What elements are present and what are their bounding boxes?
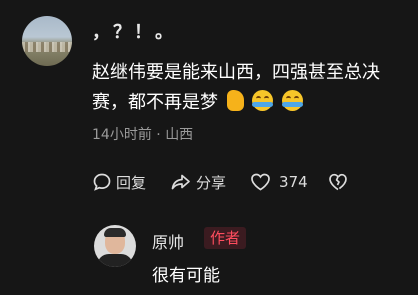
author-badge: 作者 [204,227,247,249]
thumbs-up-emoji-icon [226,90,244,111]
share-button[interactable]: 分享 [170,172,226,193]
commenter-name[interactable]: ，？！。 [92,18,176,44]
reply-text: 很有可能 [152,266,220,286]
meta-separator: · [156,127,161,143]
broken-heart-icon [328,173,347,191]
comment-location: 山西 [165,127,194,143]
share-arrow-icon [171,174,190,190]
comment-meta: 14小时前 · 山西 [92,124,193,144]
crying-laughing-emoji-icon [282,90,304,111]
dislike-button[interactable] [328,172,352,192]
heart-icon [251,173,270,191]
like-count: 374 [279,173,308,191]
reply-label: 回复 [116,173,147,192]
comment-bubble-icon [93,173,111,191]
crying-laughing-emoji-icon [252,90,274,111]
reply-button[interactable]: 回复 [92,172,146,193]
comment-text: 赵继伟要是能来山西，四强甚至总决赛，都不再是梦 [92,58,410,118]
comment-actions: 回复 分享 374 [92,170,376,194]
share-label: 分享 [196,173,227,192]
commenter-avatar[interactable] [22,16,72,66]
reply-author-name[interactable]: 原帅 [152,229,184,253]
reply-author-avatar[interactable] [94,225,136,267]
like-button[interactable]: 374 [250,172,308,192]
comment-time: 14小时前 [92,127,152,143]
